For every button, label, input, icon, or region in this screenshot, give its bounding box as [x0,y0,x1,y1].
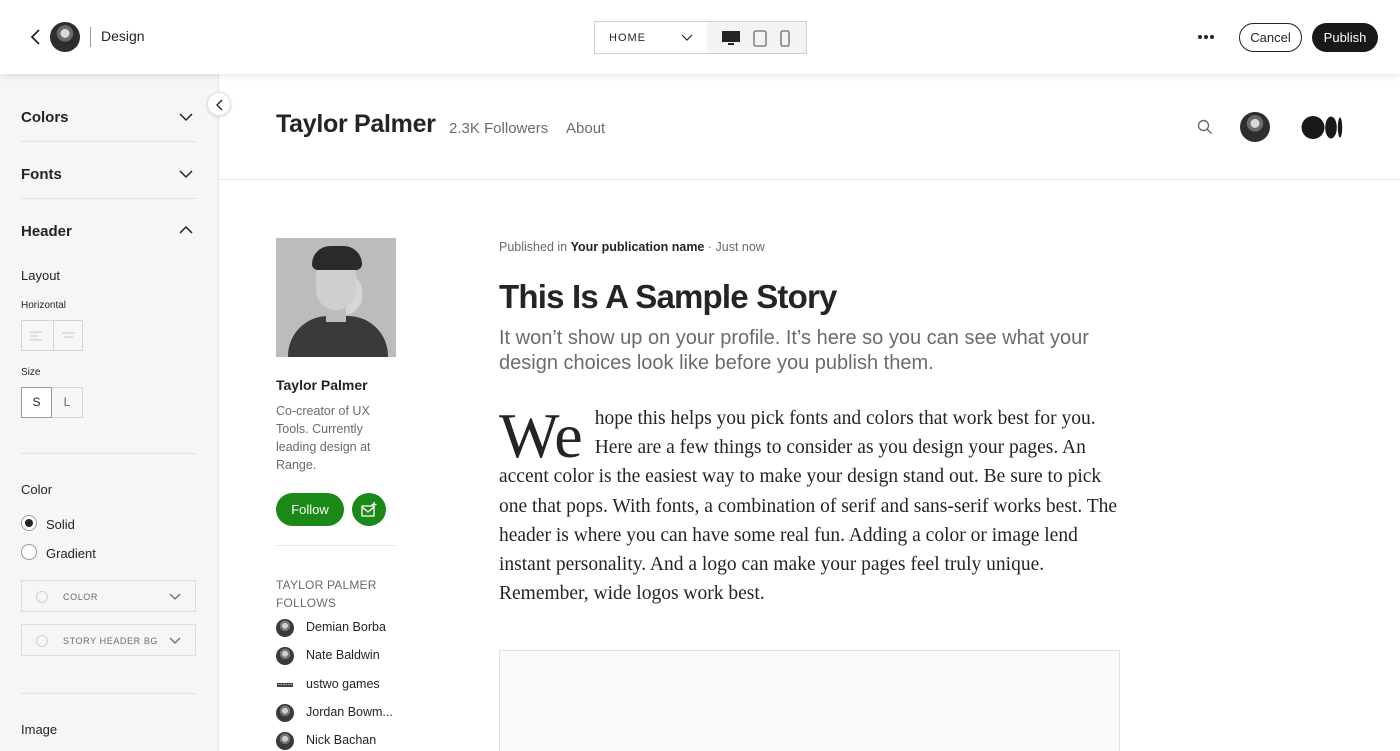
tablet-icon[interactable] [753,30,767,47]
ustwo-logo-icon [277,683,293,687]
solid-radio[interactable] [21,515,37,531]
align-left-option[interactable] [22,321,53,350]
drop-cap: We [499,400,583,471]
publication-line: Published in Your publication name · Jus… [499,240,765,254]
divider [276,545,396,546]
color-label: Color [21,482,53,497]
align-center-icon [62,332,75,338]
follow-name: Nick Bachan [306,733,377,747]
followers-link[interactable]: 2.3K Followers [449,120,548,137]
avatar [276,647,294,665]
top-bar: Design HOME Cancel Publish [0,0,1400,74]
list-item[interactable]: Jordan Bowm... [276,703,416,723]
chevron-left-icon [216,99,223,111]
mobile-icon[interactable] [780,30,790,47]
published-prefix: Published in [499,240,571,254]
divider [21,141,196,142]
avatar [276,619,294,637]
design-sidebar: Colors Fonts Header Layout Horizontal Si… [0,74,219,751]
follows-heading: TAYLOR PALMER FOLLOWS [276,578,377,610]
profile-name[interactable]: Taylor Palmer [276,110,436,139]
story-title[interactable]: This Is A Sample Story [499,278,837,316]
photo-body [288,316,388,357]
author-name[interactable]: Taylor Palmer [276,377,368,393]
follow-name: Jordan Bowm... [306,705,393,719]
divider [21,198,196,199]
section-fonts[interactable]: Fonts [21,166,62,183]
published-time: · Just now [704,240,765,254]
more-icon[interactable] [1195,30,1217,44]
gradient-radio[interactable] [21,544,37,560]
follow-name: ustwo games [306,677,380,691]
chevron-down-icon [169,637,181,644]
image-label: Image [21,722,58,737]
cancel-button[interactable]: Cancel [1239,23,1302,52]
story-subtitle: It won’t show up on your profile. It’s h… [499,327,1089,374]
size-label: Size [21,367,41,378]
page-select-value: HOME [609,32,646,44]
story-body: We hope this helps you pick fonts and col… [499,404,1124,608]
list-item[interactable]: Nate Baldwin [276,646,416,666]
publication-name[interactable]: Your publication name [571,240,705,254]
avatar [276,704,294,722]
color-dropdown-label: COLOR [63,592,99,602]
page-title: Design [101,28,145,44]
gradient-radio-label[interactable]: Gradient [46,546,96,561]
collapse-sidebar-button[interactable] [207,92,231,116]
device-toggle [707,21,807,54]
author-photo [276,238,396,357]
story-body-text: hope this helps you pick fonts and color… [499,408,1118,605]
avatar[interactable] [1240,112,1270,142]
divider [90,27,91,47]
divider [21,453,196,454]
solid-radio-label[interactable]: Solid [46,517,75,532]
subscribe-button[interactable] [352,493,386,526]
color-swatch [36,635,48,647]
search-icon[interactable] [1197,119,1213,135]
section-colors[interactable]: Colors [21,109,69,126]
subscribe-mail-icon [361,502,377,517]
story-header-bg-label: STORY HEADER BG [63,636,159,646]
horizontal-label: Horizontal [21,300,67,311]
story-image-placeholder [499,650,1120,751]
medium-logo-icon[interactable] [1301,115,1343,140]
chevron-up-icon[interactable] [178,225,194,235]
divider [220,179,1400,180]
list-item[interactable]: Demian Borba [276,618,416,638]
list-item[interactable]: ustwo games [276,675,416,695]
desktop-icon[interactable] [721,30,741,46]
color-swatch [36,591,48,603]
avatar[interactable] [50,22,80,52]
publish-button[interactable]: Publish [1312,23,1378,52]
align-left-icon [30,331,42,341]
follow-name: Demian Borba [306,620,386,634]
author-bio: Co-creator of UX Tools. Currently leadin… [276,404,371,472]
page-select[interactable]: HOME [594,21,708,54]
back-arrow-icon[interactable] [27,27,45,47]
photo-hair [312,246,362,270]
chevron-down-icon [681,34,693,41]
size-s-button[interactable]: S [21,387,52,418]
about-link[interactable]: About [566,120,605,137]
chevron-down-icon [169,593,181,600]
align-center-option[interactable] [53,321,84,350]
horizontal-align-toggle [21,320,83,351]
avatar [276,732,294,750]
section-header[interactable]: Header [21,223,72,240]
size-l-button[interactable]: L [52,387,83,418]
story-header-bg-dropdown[interactable]: STORY HEADER BG [21,624,196,656]
follow-name: Nate Baldwin [306,648,380,662]
list-item[interactable]: Nick Bachan [276,731,416,751]
layout-label: Layout [21,268,61,283]
divider [21,693,196,694]
color-dropdown[interactable]: COLOR [21,580,196,612]
chevron-down-icon[interactable] [178,112,194,122]
follow-button[interactable]: Follow [276,493,344,526]
chevron-down-icon[interactable] [178,169,194,179]
preview-canvas: Taylor Palmer 2.3K Followers About Taylo… [220,74,1400,751]
